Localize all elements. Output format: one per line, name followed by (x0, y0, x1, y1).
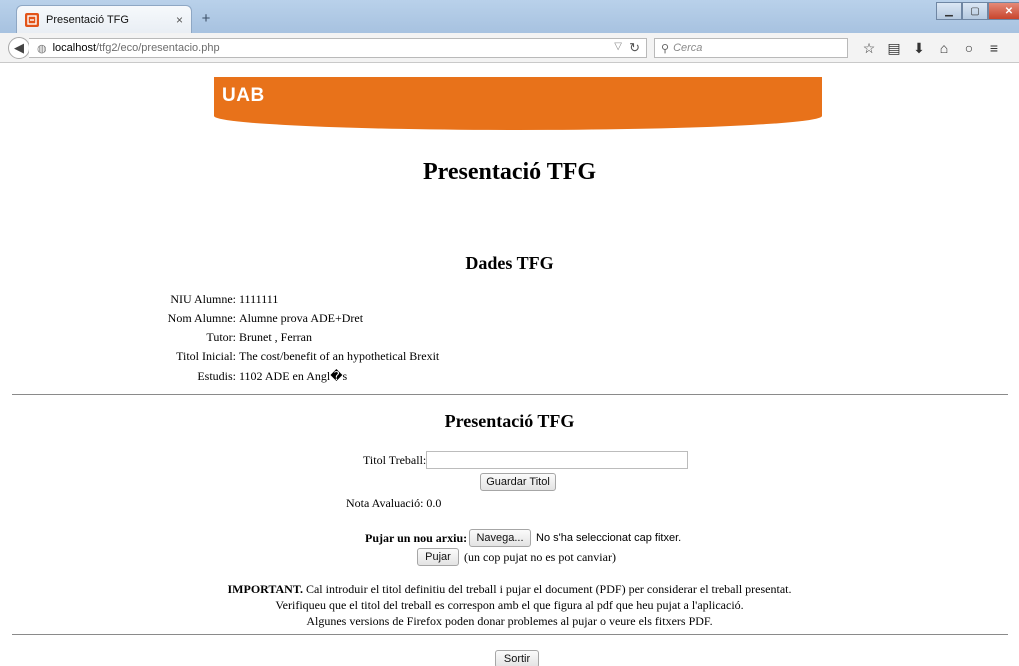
field-label: Nom Alumne: (167, 311, 236, 325)
reading-list-icon[interactable]: ▤ (883, 39, 905, 57)
nota-avaluacio: Nota Avaluació: 0.0 (346, 496, 441, 511)
field-label: Tutor: (206, 330, 236, 344)
field-titol-inicial: Titol Inicial: The cost/benefit of an hyp… (0, 348, 439, 364)
pujar-note: (un cop pujat no es pot canviar) (464, 550, 616, 564)
close-window-icon[interactable]: ✕ (988, 2, 1019, 20)
browser-tab[interactable]: Presentació TFG × (16, 5, 192, 33)
field-nom: Nom Alumne: Alumne prova ADE+Dret (0, 310, 363, 326)
no-file-text: No s'ha seleccionat cap fitxer. (536, 532, 682, 544)
page-title: Presentació TFG (422, 159, 597, 185)
reload-icon[interactable]: ↻ (629, 40, 640, 56)
browse-button[interactable]: Navega... (469, 529, 531, 547)
new-tab-icon[interactable]: + (196, 10, 216, 28)
dades-heading: Dades TFG (465, 253, 554, 273)
field-niu: NIU Alumne: 1111111 (0, 291, 278, 307)
uab-banner: UAB (214, 77, 822, 130)
field-tutor: Tutor: Brunet , Ferran (0, 329, 312, 345)
field-estudis: Estudis: 1102 ADE en Angl�s (0, 368, 347, 384)
important-label: IMPORTANT. (227, 582, 303, 596)
divider (12, 394, 1008, 395)
note-line-3: Algunes versions de Firefox poden donar … (306, 614, 713, 628)
window-controls: ▁ ▢ ✕ (936, 2, 1019, 20)
url-dropdown-icon[interactable]: ▽ (614, 41, 622, 52)
field-value: The cost/benefit of an hypothetical Brex… (239, 349, 440, 363)
menu-icon[interactable]: ≡ (983, 39, 1005, 57)
navigation-toolbar: ◀ ◍ localhost /tfg2/eco/presentacio.php … (0, 33, 1019, 63)
tab-close-icon[interactable]: × (176, 13, 183, 27)
maximize-icon[interactable]: ▢ (962, 2, 988, 20)
address-bar[interactable]: ◍ localhost /tfg2/eco/presentacio.php ▽ … (29, 38, 647, 58)
note-text-1: Cal introduir el titol definitiu del tre… (305, 582, 792, 596)
note-line-1: IMPORTANT. Cal introduir el titol defini… (0, 581, 1019, 597)
guardar-titol-button[interactable]: Guardar Titol (480, 473, 556, 491)
field-value: Alumne prova ADE+Dret (239, 311, 364, 325)
star-icon[interactable]: ☆ (858, 39, 880, 57)
presentacio-heading: Presentació TFG (444, 411, 575, 431)
sortir-button[interactable]: Sortir (495, 650, 539, 666)
nota-value: 0.0 (426, 496, 442, 510)
search-icon: ⚲ (661, 42, 670, 55)
divider (12, 634, 1008, 635)
important-notes: IMPORTANT. Cal introduir el titol defini… (0, 581, 1019, 629)
back-arrow-icon[interactable]: ◀ (8, 37, 30, 59)
minimize-icon[interactable]: ▁ (936, 2, 962, 20)
search-placeholder: Cerca (673, 42, 703, 54)
chat-icon[interactable]: ○ (958, 39, 980, 57)
toolbar-icons: ☆ ▤ ⬇ ⌂ ○ ≡ (858, 39, 1008, 57)
field-value: Brunet , Ferran (239, 330, 312, 344)
field-value: 1102 ADE en Angl�s (239, 369, 348, 383)
titol-treball-label: Titol Treball: (363, 453, 427, 467)
globe-icon: ◍ (37, 42, 47, 55)
browser-titlebar: Presentació TFG × + ▁ ▢ ✕ (0, 0, 1019, 33)
field-value: 1111111 (239, 292, 279, 306)
note-line-2: Verifiqueu que el titol del treball es c… (275, 598, 744, 612)
upload-label: Pujar un nou arxiu: (365, 531, 468, 545)
titol-treball-input[interactable] (426, 451, 688, 469)
download-icon[interactable]: ⬇ (908, 39, 930, 57)
home-icon[interactable]: ⌂ (933, 39, 955, 57)
pujar-button[interactable]: Pujar (417, 548, 459, 566)
tab-title: Presentació TFG (46, 13, 129, 26)
search-input[interactable]: ⚲ Cerca (654, 38, 848, 58)
url-host: localhost (52, 42, 97, 54)
field-label: Estudis: (197, 369, 236, 383)
field-label: NIU Alumne: (170, 292, 236, 306)
field-label: Titol Inicial: (176, 349, 236, 363)
url-path: /tfg2/eco/presentacio.php (96, 42, 220, 54)
nota-label: Nota Avaluació: (346, 496, 424, 510)
uab-favicon-icon (25, 12, 39, 27)
uab-logo: UAB (222, 85, 265, 106)
